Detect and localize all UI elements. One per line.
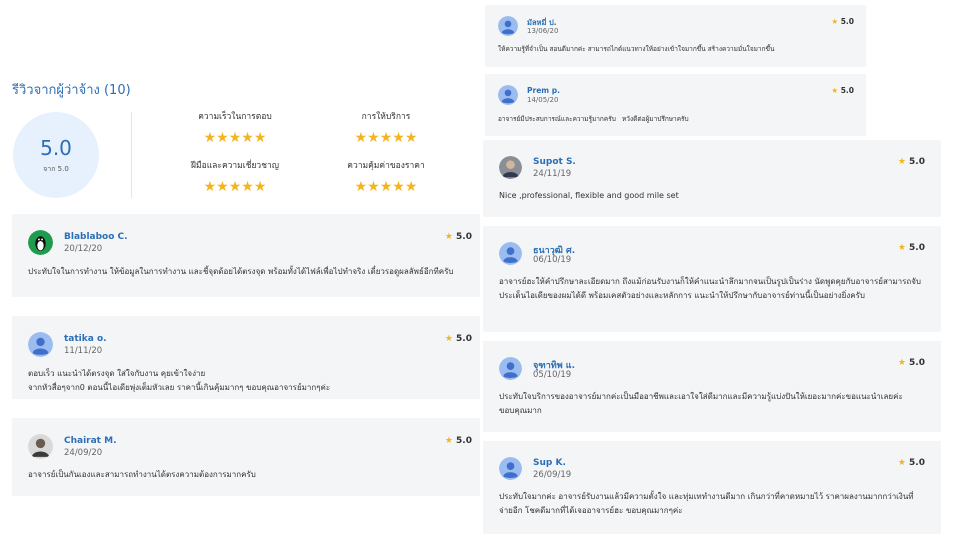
review-date: 20/12/20 [64, 244, 103, 254]
review-card: มัลหมี่ ป. 13/06/20 ★ 5.0 ให้ความรู้ที่จ… [485, 5, 866, 67]
star-rating-icon: ★★★★★ [203, 179, 267, 195]
review-card: Supot S. 24/11/19 ★ 5.0 Nice ,profession… [483, 140, 941, 217]
review-text: ให้ความรู้ที่จำเป็น สอนดีมากค่ะ สามารถไก… [498, 45, 775, 53]
star-icon: ★ [897, 358, 906, 368]
review-text: ประทับใจมากค่ะ อาจารย์รับงานแล้วมีความตั… [499, 492, 914, 515]
review-rating: ★ 5.0 [444, 436, 472, 446]
review-text: ประทับใจในการทำงาน ให้ข้อมูลในการทำงาน แ… [28, 267, 454, 276]
category-label: ความคุ้มค่าของราคา [347, 161, 425, 171]
category-label: การให้บริการ [361, 112, 411, 122]
reviewer-name[interactable]: Blablaboo C. [64, 232, 128, 242]
review-card: ธนาวุฒิ ศ. 06/10/19 ★ 5.0 อาจารย์ฮะให้คำ… [483, 226, 941, 332]
review-text: อาจารย์มีประสบการณ์และความรู้มากครับ หวั… [498, 115, 689, 123]
review-date: 13/06/20 [527, 27, 559, 35]
review-rating: ★ 5.0 [444, 334, 472, 344]
star-icon: ★ [444, 436, 453, 446]
reviewer-name[interactable]: Chairat M. [64, 436, 117, 446]
review-card: tatika o. 11/11/20 ★ 5.0 ตอบเร็ว แนะนำได… [12, 316, 480, 399]
star-rating-icon: ★★★★★ [354, 179, 418, 195]
category-label: ความเร็วในการตอบ [198, 112, 272, 122]
review-text: อาจารย์เป็นกันเองและสามารถทำงานได้ตรงควา… [28, 470, 256, 479]
category-value: ความคุ้มค่าของราคา ★★★★★ [321, 159, 451, 195]
default-user-avatar-icon [498, 16, 518, 36]
star-icon: ★ [897, 458, 906, 468]
review-card: Prem p. 14/05/20 ★ 5.0 อาจารย์มีประสบการ… [485, 74, 866, 136]
review-rating: ★ 5.0 [831, 86, 854, 95]
default-user-avatar-icon [499, 242, 522, 265]
category-label: ฝีมือและความเชี่ยวชาญ [191, 161, 279, 171]
star-icon: ★ [831, 86, 839, 95]
reviewer-name[interactable]: tatika o. [64, 334, 107, 344]
review-rating: ★ 5.0 [444, 232, 472, 242]
star-rating-icon: ★★★★★ [203, 130, 267, 146]
overall-score: 5.0 [40, 136, 72, 160]
reviewer-name[interactable]: Prem p. [527, 86, 560, 95]
star-icon: ★ [831, 17, 839, 26]
star-icon: ★ [897, 243, 906, 253]
reviews-heading: รีวิวจากผู้ว่าจ้าง (10) [12, 83, 131, 98]
review-text: อาจารย์ฮะให้คำปรึกษาละเอียดมาก ถึงแม้ก่อ… [499, 277, 921, 300]
category-response-speed: ความเร็วในการตอบ ★★★★★ [170, 110, 300, 146]
review-date: 14/05/20 [527, 96, 559, 104]
review-rating: ★ 5.0 [897, 243, 925, 253]
star-icon: ★ [444, 232, 453, 242]
category-expertise: ฝีมือและความเชี่ยวชาญ ★★★★★ [170, 159, 300, 195]
review-rating: ★ 5.0 [831, 17, 854, 26]
review-card: Sup K. 26/09/19 ★ 5.0 ประทับใจมากค่ะ อาจ… [483, 441, 941, 534]
review-date: 26/09/19 [533, 470, 572, 480]
reviewer-name[interactable]: Sup K. [533, 458, 566, 468]
star-rating-icon: ★★★★★ [354, 130, 418, 146]
default-user-avatar-icon [498, 85, 518, 105]
review-card: จุฑาทิพ แ. 05/10/19 ★ 5.0 ประทับใจบริการ… [483, 341, 941, 432]
default-user-avatar-icon [28, 332, 53, 357]
review-date: 24/09/20 [64, 448, 103, 458]
overall-score-max: จาก 5.0 [43, 165, 69, 173]
review-text: ตอบเร็ว แนะนำได้ตรงจุด ใส่ใจกับงาน คุยเข… [28, 369, 331, 392]
default-user-avatar-icon [499, 357, 522, 380]
review-date: 06/10/19 [533, 255, 572, 265]
default-user-avatar-icon [499, 457, 522, 480]
review-text: Nice ,professional, flexible and good mi… [499, 191, 679, 200]
review-date: 05/10/19 [533, 370, 572, 380]
review-rating: ★ 5.0 [897, 458, 925, 468]
review-rating: ★ 5.0 [897, 157, 925, 167]
overall-score-circle: 5.0 จาก 5.0 [13, 112, 99, 198]
review-date: 24/11/19 [533, 169, 572, 179]
star-icon: ★ [444, 334, 453, 344]
review-card: Blablaboo C. 20/12/20 ★ 5.0 ประทับใจในกา… [12, 214, 480, 297]
review-card: Chairat M. 24/09/20 ★ 5.0 อาจารย์เป็นกัน… [12, 418, 480, 496]
summary-divider [131, 112, 132, 198]
star-icon: ★ [897, 157, 906, 167]
penguin-avatar-icon [28, 230, 53, 255]
user-photo-avatar-icon [28, 434, 53, 459]
review-rating: ★ 5.0 [897, 358, 925, 368]
category-service: การให้บริการ ★★★★★ [321, 110, 451, 146]
review-text: ประทับใจบริการของอาจารย์มากค่ะเป็นมืออาช… [499, 392, 903, 415]
review-date: 11/11/20 [64, 346, 103, 356]
user-photo-avatar-icon [499, 156, 522, 179]
reviewer-name[interactable]: Supot S. [533, 157, 576, 167]
